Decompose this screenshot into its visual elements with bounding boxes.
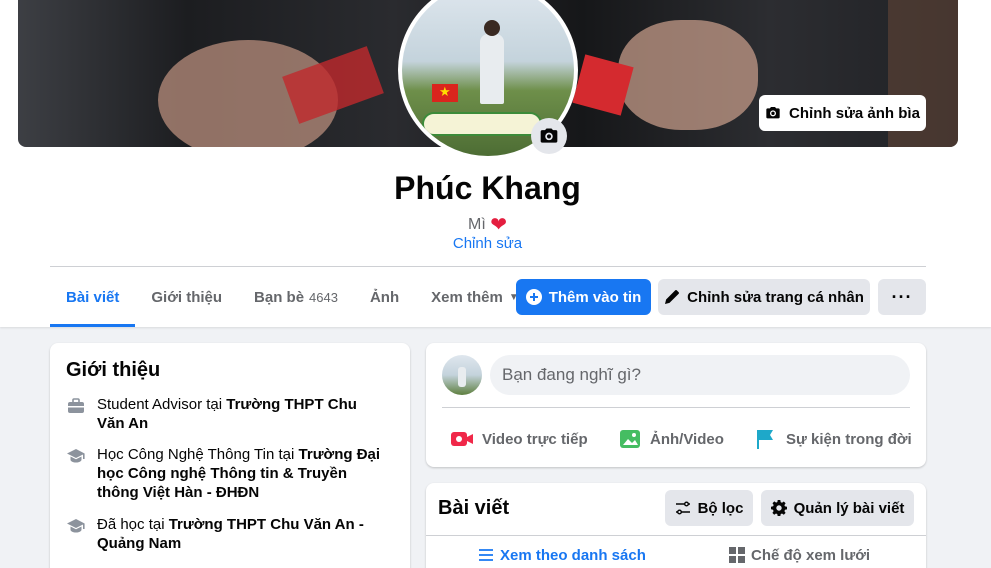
profile-bio-text: Mì	[468, 216, 486, 233]
filter-icon	[675, 501, 690, 515]
manage-posts-button[interactable]: Quản lý bài viết	[761, 490, 914, 526]
filter-button[interactable]: Bộ lọc	[665, 490, 753, 526]
profile-picture-person	[480, 20, 504, 104]
cover-photo-region	[618, 20, 758, 130]
tab-posts[interactable]: Bài viết	[50, 267, 136, 327]
life-event-button[interactable]: Sự kiện trong đời	[754, 419, 912, 459]
profile-header: Chỉnh sửa ảnh bìa Phúc Khang Mì ❤ Chỉnh …	[0, 0, 991, 327]
composer-divider	[442, 407, 910, 408]
live-video-label: Video trực tiếp	[482, 430, 588, 448]
flag-icon	[757, 430, 773, 449]
intro-item-university-text: Học Công Nghệ Thông Tin tại Trường Đại h…	[97, 445, 386, 502]
heart-icon: ❤	[490, 214, 507, 236]
profile-tabs: Bài viết Giới thiệu Bạn bè 4643 Ảnh Xem …	[50, 267, 535, 327]
edit-profile-label: Chỉnh sửa trang cá nhân	[687, 288, 864, 306]
briefcase-icon	[68, 398, 84, 413]
intro-card: Giới thiệu Student Advisor tại Trường TH…	[50, 343, 410, 568]
list-view-label: Xem theo danh sách	[500, 546, 646, 564]
posts-divider	[426, 535, 926, 536]
list-icon	[479, 549, 493, 561]
gear-icon	[770, 500, 787, 516]
avatar[interactable]	[442, 355, 482, 395]
tab-friends[interactable]: Bạn bè 4643	[238, 267, 354, 327]
tab-about[interactable]: Giới thiệu	[135, 267, 238, 327]
graduation-cap-icon	[67, 449, 85, 463]
edit-bio-link[interactable]: Chỉnh sửa	[0, 235, 975, 252]
vietnam-flag-icon	[432, 84, 458, 102]
post-composer: Bạn đang nghĩ gì? Video trực tiếp Ảnh/Vi…	[426, 343, 926, 467]
intro-highschool-prefix: Đã học tại	[97, 516, 169, 533]
intro-work-prefix: Student Advisor tại	[97, 396, 227, 413]
more-options-button[interactable]: ···	[878, 279, 926, 315]
add-to-story-button[interactable]: Thêm vào tin	[516, 279, 651, 315]
add-to-story-label: Thêm vào tin	[548, 288, 642, 306]
intro-item-highschool: Đã học tại Trường THPT Chu Văn An - Quản…	[66, 515, 386, 553]
camera-icon	[540, 128, 558, 143]
tab-photos-label: Ảnh	[369, 288, 400, 306]
posts-card: Bài viết Bộ lọc Quản lý bài viết Xem the…	[426, 483, 926, 568]
live-video-icon	[451, 432, 473, 446]
edit-cover-photo-button[interactable]: Chỉnh sửa ảnh bìa	[759, 95, 926, 131]
whats-on-your-mind-input[interactable]: Bạn đang nghĩ gì?	[490, 355, 910, 395]
tab-about-label: Giới thiệu	[151, 288, 223, 306]
photo-video-label: Ảnh/Video	[650, 430, 724, 448]
intro-university-prefix: Học Công Nghệ Thông Tin tại	[97, 446, 299, 463]
photo-video-button[interactable]: Ảnh/Video	[618, 419, 724, 459]
tab-more-label: Xem thêm	[431, 288, 503, 306]
pencil-icon	[665, 290, 680, 304]
plus-circle-icon	[525, 289, 542, 305]
update-profile-picture-button[interactable]	[531, 118, 567, 154]
life-event-label: Sự kiện trong đời	[786, 430, 912, 448]
tab-friends-label: Bạn bè	[254, 288, 305, 306]
profile-picture-banner	[422, 112, 542, 136]
friends-count: 4643	[309, 289, 338, 305]
tab-photos[interactable]: Ảnh	[354, 267, 415, 327]
tab-posts-label: Bài viết	[66, 288, 120, 306]
profile-bio: Mì ❤	[0, 212, 975, 237]
grid-view-button[interactable]: Chế độ xem lưới	[729, 543, 870, 567]
grid-view-label: Chế độ xem lưới	[751, 546, 871, 564]
graduation-cap-icon	[67, 519, 85, 533]
photo-icon	[620, 430, 640, 448]
intro-item-university: Học Công Nghệ Thông Tin tại Trường Đại h…	[66, 445, 386, 502]
live-video-button[interactable]: Video trực tiếp	[450, 419, 588, 459]
edit-cover-photo-label: Chỉnh sửa ảnh bìa	[789, 104, 920, 122]
profile-name: Phúc Khang	[394, 170, 581, 206]
list-view-button[interactable]: Xem theo danh sách	[478, 543, 646, 567]
intro-item-work-text: Student Advisor tại Trường THPT Chu Văn …	[97, 395, 386, 433]
intro-title: Giới thiệu	[66, 359, 161, 381]
grid-icon	[729, 547, 745, 563]
intro-item-work: Student Advisor tại Trường THPT Chu Văn …	[66, 395, 386, 433]
posts-title: Bài viết	[438, 497, 510, 519]
intro-item-highschool-text: Đã học tại Trường THPT Chu Văn An - Quản…	[97, 515, 386, 553]
manage-posts-label: Quản lý bài viết	[793, 499, 905, 517]
camera-icon	[766, 107, 780, 119]
filter-label: Bộ lọc	[697, 499, 744, 517]
edit-profile-button[interactable]: Chỉnh sửa trang cá nhân	[658, 279, 870, 315]
